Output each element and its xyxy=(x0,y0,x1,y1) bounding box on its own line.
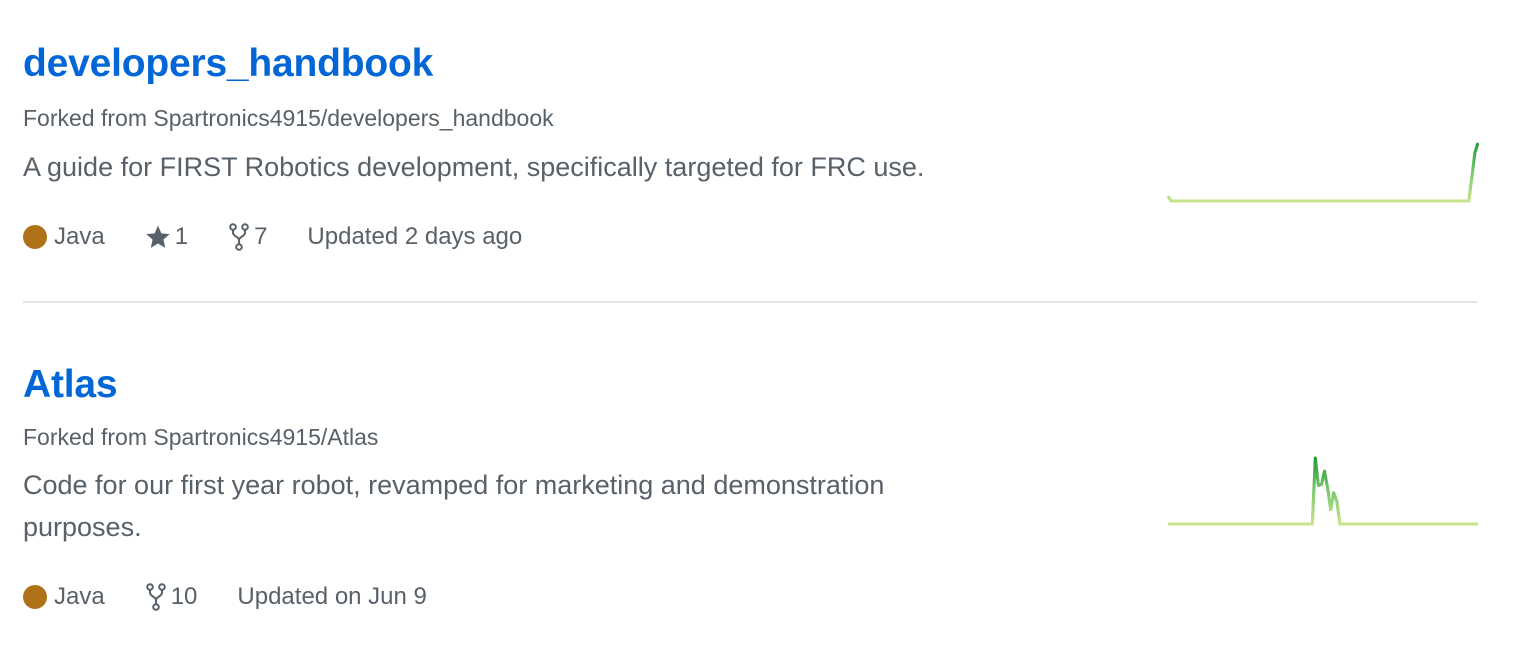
repo-name-link[interactable]: Atlas xyxy=(23,365,118,404)
fork-icon xyxy=(145,583,166,611)
star-icon xyxy=(146,225,170,248)
repository-list: developers_handbook Forked from Spartron… xyxy=(23,0,1479,611)
repo-item: developers_handbook Forked from Spartron… xyxy=(23,0,1479,303)
sparkline-path xyxy=(1168,456,1478,526)
repo-description: Code for our first year robot, revamped … xyxy=(23,470,885,542)
language-label: Java xyxy=(54,583,105,610)
activity-sparkline xyxy=(1168,456,1478,526)
fork-count: 10 xyxy=(170,583,198,610)
repo-meta: Java 10 Updated on Jun 9 xyxy=(23,583,467,611)
forks-link[interactable]: 10 xyxy=(145,583,198,611)
language-color-dot xyxy=(23,585,47,609)
repo-language: Java xyxy=(23,585,105,609)
stargazers-link[interactable]: 1 xyxy=(145,224,188,250)
repo-meta: Java 1 7 Updated 2 days ago xyxy=(23,223,562,251)
updated-time: Updated on Jun 9 xyxy=(237,583,427,610)
fork-icon xyxy=(229,223,249,251)
forked-from-link[interactable]: Spartronics4915/developers_handbook xyxy=(153,105,553,131)
forked-from-line: Forked from Spartronics4915/developers_h… xyxy=(23,107,554,130)
repo-language: Java xyxy=(23,225,105,249)
forked-from-line: Forked from Spartronics4915/Atlas xyxy=(23,426,378,449)
forked-from-prefix: Forked from xyxy=(23,105,154,131)
activity-sparkline xyxy=(1167,142,1479,203)
fork-count: 7 xyxy=(254,223,268,250)
forked-from-prefix: Forked from xyxy=(23,424,154,450)
sparkline-path xyxy=(1167,142,1479,203)
sparkline-path-highlight xyxy=(1168,456,1478,526)
repo-name-link[interactable]: developers_handbook xyxy=(23,44,433,83)
language-label: Java xyxy=(54,223,105,250)
updated-time: Updated 2 days ago xyxy=(307,223,523,250)
star-count: 1 xyxy=(174,223,189,250)
forks-link[interactable]: 7 xyxy=(228,223,267,251)
repo-description: A guide for FIRST Robotics development, … xyxy=(23,152,925,182)
language-color-dot xyxy=(23,225,47,249)
forked-from-link[interactable]: Spartronics4915/Atlas xyxy=(153,424,378,450)
sparkline-path-highlight xyxy=(1167,142,1479,203)
